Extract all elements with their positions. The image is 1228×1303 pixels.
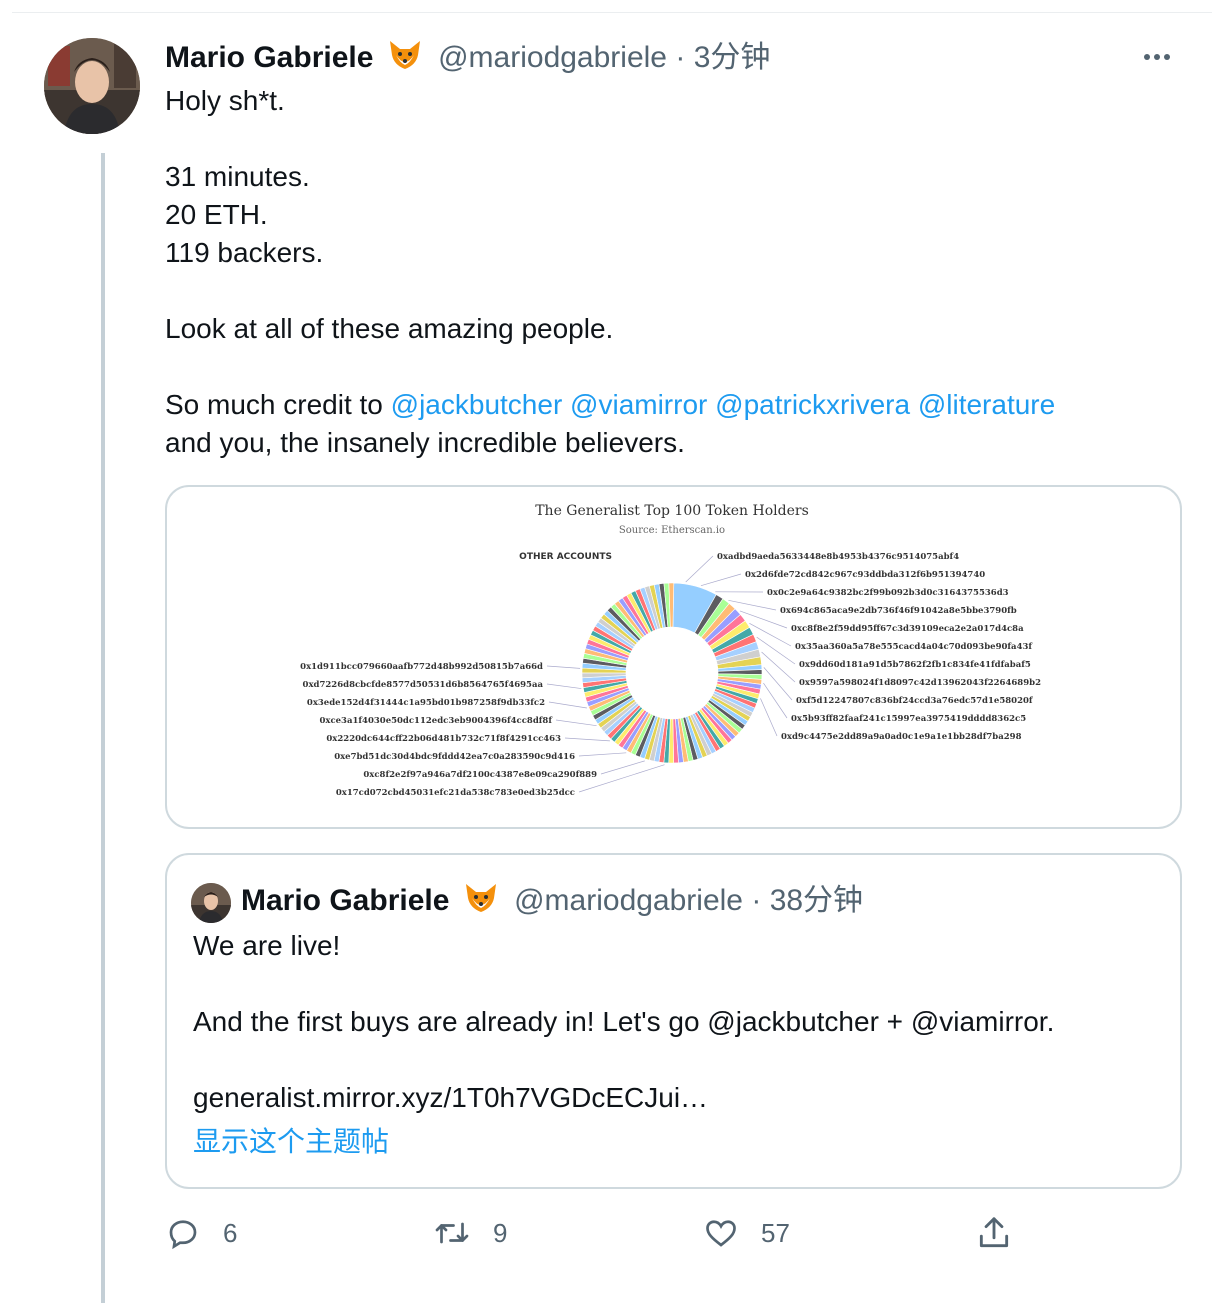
fox-emoji-icon: [388, 39, 422, 82]
chart-label: 0x9597a598024f1d8097c42d13962043f2264689…: [799, 678, 1041, 688]
chart-image[interactable]: The Generalist Top 100 Token Holders Sou…: [165, 485, 1182, 829]
chart-leader-line: [728, 600, 776, 610]
more-options-button[interactable]: [1142, 44, 1178, 72]
chart-label: 0xd7226d8cbcfde8577d50531d6b8564765f4695…: [303, 680, 544, 690]
tweet-line: 119 backers.: [165, 234, 1165, 272]
retweet-count: 9: [493, 1218, 507, 1249]
chart-label: 0x9dd60d181a91d5b7862f2fb1c834fe41fdfaba…: [799, 660, 1031, 670]
donut-chart: The Generalist Top 100 Token Holders Sou…: [167, 487, 1180, 827]
tweet-header: Mario Gabriele @mariodgabriele · 3分钟: [165, 38, 770, 82]
chart-leader-line: [757, 637, 795, 664]
quoted-author-handle: @mariodgabriele: [514, 884, 743, 917]
thread-line: [101, 153, 105, 1303]
fox-emoji-icon: [464, 882, 498, 927]
tweet-line: [165, 120, 1165, 158]
credit-prefix: So much credit to: [165, 389, 383, 420]
quoted-line: We are live!: [193, 927, 1163, 965]
quoted-tweet[interactable]: Mario Gabriele @mariodgabriele · 38分钟 We…: [165, 853, 1182, 1189]
chart-label: 0xd9c4475e2dd89a9a0ad0c1e9a1e1bb28df7ba2…: [781, 732, 1022, 742]
heart-icon: [703, 1215, 739, 1251]
tweet-line: Holy sh*t.: [165, 82, 1165, 120]
chart-leader-line: [764, 667, 792, 700]
like-count: 57: [761, 1218, 790, 1249]
chart-leader-line: [547, 684, 581, 689]
chart-label: 0xc8f2e2f97a946a7df2100c4387e8e09ca290f8…: [363, 770, 597, 780]
chart-label: 0xadbd9aeda5633448e8b4953b4376c9514075ab…: [717, 552, 959, 562]
quoted-line: [193, 1041, 1163, 1079]
tweet-time[interactable]: 3分钟: [694, 41, 771, 74]
quoted-line: [193, 965, 1163, 1003]
share-icon: [975, 1214, 1013, 1252]
tweet-line: 20 ETH.: [165, 196, 1165, 234]
credit-suffix: and you, the insanely incredible believe…: [165, 424, 1165, 462]
chart-leader-line: [565, 738, 610, 741]
chart-leader-line: [762, 652, 795, 682]
chart-leader-line: [701, 574, 741, 586]
author-handle[interactable]: @mariodgabriele: [438, 41, 667, 74]
chart-label: 0x2d6fde72cd842c967c93ddbda312f6b9513947…: [745, 570, 985, 580]
retweet-icon: [433, 1215, 471, 1251]
tweet-line: Look at all of these amazing people.: [165, 310, 1165, 348]
chart-label: 0x2220dc644cff22b06d481b732c71f8f4291cc4…: [326, 734, 561, 744]
reply-button[interactable]: 6: [165, 1208, 237, 1258]
separator-dot: ·: [675, 41, 685, 74]
reply-icon: [165, 1215, 201, 1251]
chart-label: 0xf5d12247807c836bf24ccd3a76edc57d1e5802…: [796, 696, 1034, 706]
chart-label: 0x5b93ff82faaf241c15997ea3975419dddd8362…: [791, 714, 1026, 724]
reply-count: 6: [223, 1218, 237, 1249]
credit-line: So much credit to @jackbutcher @viamirro…: [165, 386, 1165, 424]
chart-label: 0xce3a1f4030e50dc112edc3eb9004396f4cc8df…: [319, 716, 553, 726]
chart-label: 0x694c865aca9e2db736f46f91042a8e5bbe3790…: [780, 606, 1017, 616]
share-button[interactable]: [975, 1208, 1035, 1258]
chart-leader-line: [549, 702, 587, 708]
chart-label: 0x35aa360a5a78e555cacd4a04c70d093be90fa4…: [795, 642, 1033, 652]
retweet-button[interactable]: 9: [433, 1208, 507, 1258]
other-accounts-label: OTHER ACCOUNTS: [519, 552, 612, 562]
mention-link[interactable]: @patrickxrivera: [715, 389, 910, 420]
chart-leader-line: [556, 720, 597, 726]
tweet-text: Holy sh*t. 31 minutes. 20 ETH. 119 backe…: [165, 82, 1165, 462]
chart-leader-line: [760, 698, 777, 736]
chart-title: The Generalist Top 100 Token Holders: [535, 503, 809, 519]
like-button[interactable]: 57: [703, 1208, 790, 1258]
quoted-author-name: Mario Gabriele: [241, 884, 449, 917]
mention-link[interactable]: @jackbutcher: [391, 389, 563, 420]
chart-subtitle: Source: Etherscan.io: [619, 525, 725, 536]
chart-leader-line: [601, 761, 645, 774]
separator-dot: ·: [751, 884, 761, 917]
quoted-text: We are live! And the first buys are alre…: [193, 927, 1163, 1161]
chart-leader-line: [547, 666, 580, 668]
quoted-line: And the first buys are already in! Let's…: [193, 1003, 1163, 1041]
mention-link[interactable]: @literature: [918, 389, 1055, 420]
mention-link[interactable]: @viamirror: [570, 389, 707, 420]
chart-leader-line: [579, 753, 626, 756]
chart-leader-line: [686, 556, 713, 582]
quoted-header: Mario Gabriele @mariodgabriele · 38分钟: [241, 879, 863, 927]
chart-label: 0xc8f8e2f59dd95ff67c3d39109eca2e2a017d4c…: [791, 624, 1024, 634]
chart-label: 0x17cd072cbd45031efc21da538c783e0ed3b25d…: [336, 788, 575, 798]
more-icon: [1144, 54, 1150, 60]
chart-label: 0x0c2e9a64c9382bc2f99b092b3d0c3164375536…: [767, 588, 1009, 598]
tweet-line: 31 minutes.: [165, 158, 1165, 196]
avatar[interactable]: [44, 38, 140, 134]
chart-label: 0xe7bd51dc30d4bdc9fddd42ea7c0a283590c9d4…: [334, 752, 575, 762]
show-thread-link[interactable]: 显示这个主题帖: [193, 1123, 1163, 1161]
chart-label: 0x1d911bcc079660aafb772d48b992d50815b7a6…: [300, 662, 543, 672]
chart-label: 0x3ede152d4f31444c1a95bd01b987258f9db33f…: [307, 698, 545, 708]
author-name[interactable]: Mario Gabriele: [165, 41, 373, 74]
tweet-line: [165, 348, 1165, 386]
action-bar: 6 9 57: [0, 1208, 1228, 1258]
quoted-link[interactable]: generalist.mirror.xyz/1T0h7VGDcECJui…: [193, 1079, 1163, 1117]
quoted-time: 38分钟: [770, 884, 863, 917]
quoted-avatar: [191, 883, 231, 923]
tweet-line: [165, 272, 1165, 310]
